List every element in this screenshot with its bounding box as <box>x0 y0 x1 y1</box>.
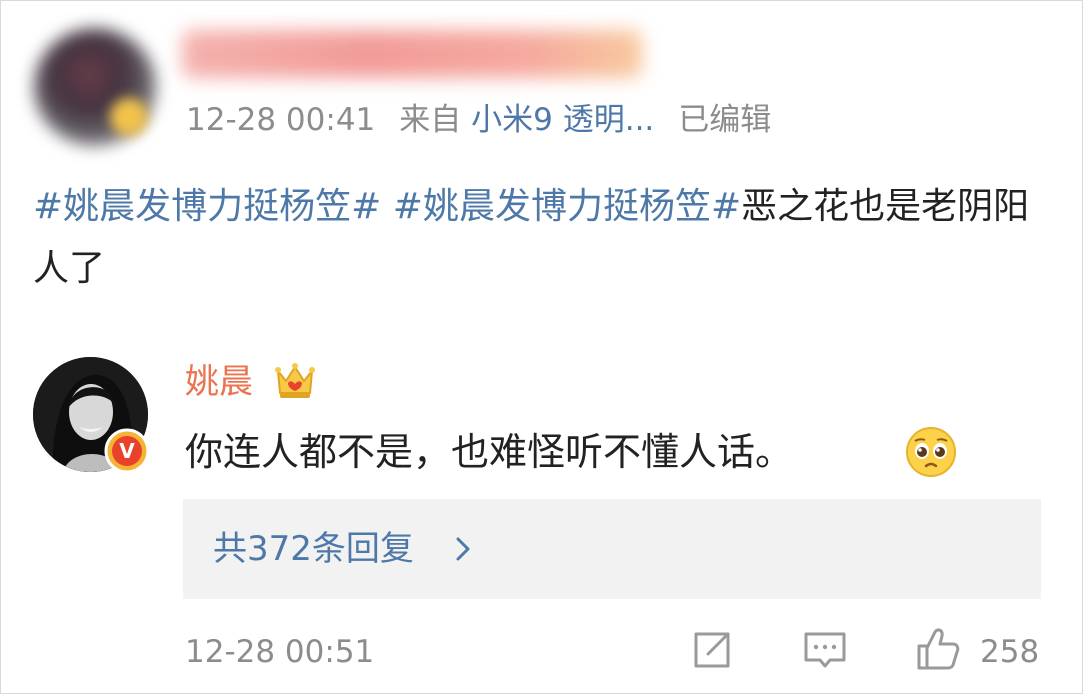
reply-author-name[interactable]: 姚晨 <box>185 360 253 404</box>
like-count: 258 <box>980 634 1040 670</box>
edited-label: 已编辑 <box>678 102 772 138</box>
commenter-badge-blurred <box>110 98 148 136</box>
share-icon[interactable] <box>690 628 734 672</box>
source-device-link[interactable]: 小米9 透明... <box>471 102 654 138</box>
hashtag-link[interactable]: #姚晨发博力挺杨笠# <box>33 186 381 227</box>
view-replies-button[interactable]: 共372条回复 <box>183 499 1041 599</box>
verified-v-icon: V <box>104 428 150 474</box>
svg-text:V: V <box>119 439 135 463</box>
comment-body: #姚晨发博力挺杨笠# #姚晨发博力挺杨笠#恶之花也是老阴阳人了 <box>33 176 1033 300</box>
reply-text: 你连人都不是，也难怪听不懂人话。 <box>185 430 794 474</box>
comment-icon[interactable] <box>802 628 848 674</box>
reply-timestamp: 12-28 00:51 <box>185 634 375 670</box>
source-prefix: 来自 <box>399 102 462 138</box>
comment-timestamp: 12-28 00:41 <box>186 102 376 138</box>
thumbs-up-icon[interactable] <box>913 624 963 674</box>
crown-icon <box>275 363 315 398</box>
hashtag-link[interactable]: #姚晨发博力挺杨笠# <box>393 186 741 227</box>
replies-count-label: 共372条回复 <box>213 529 414 569</box>
comment-meta: 12-28 00:41 来自 小米9 透明... 已编辑 <box>186 100 771 140</box>
pleading-face-icon <box>906 427 956 477</box>
chevron-right-icon <box>456 537 470 561</box>
commenter-username-blurred[interactable] <box>182 30 642 78</box>
